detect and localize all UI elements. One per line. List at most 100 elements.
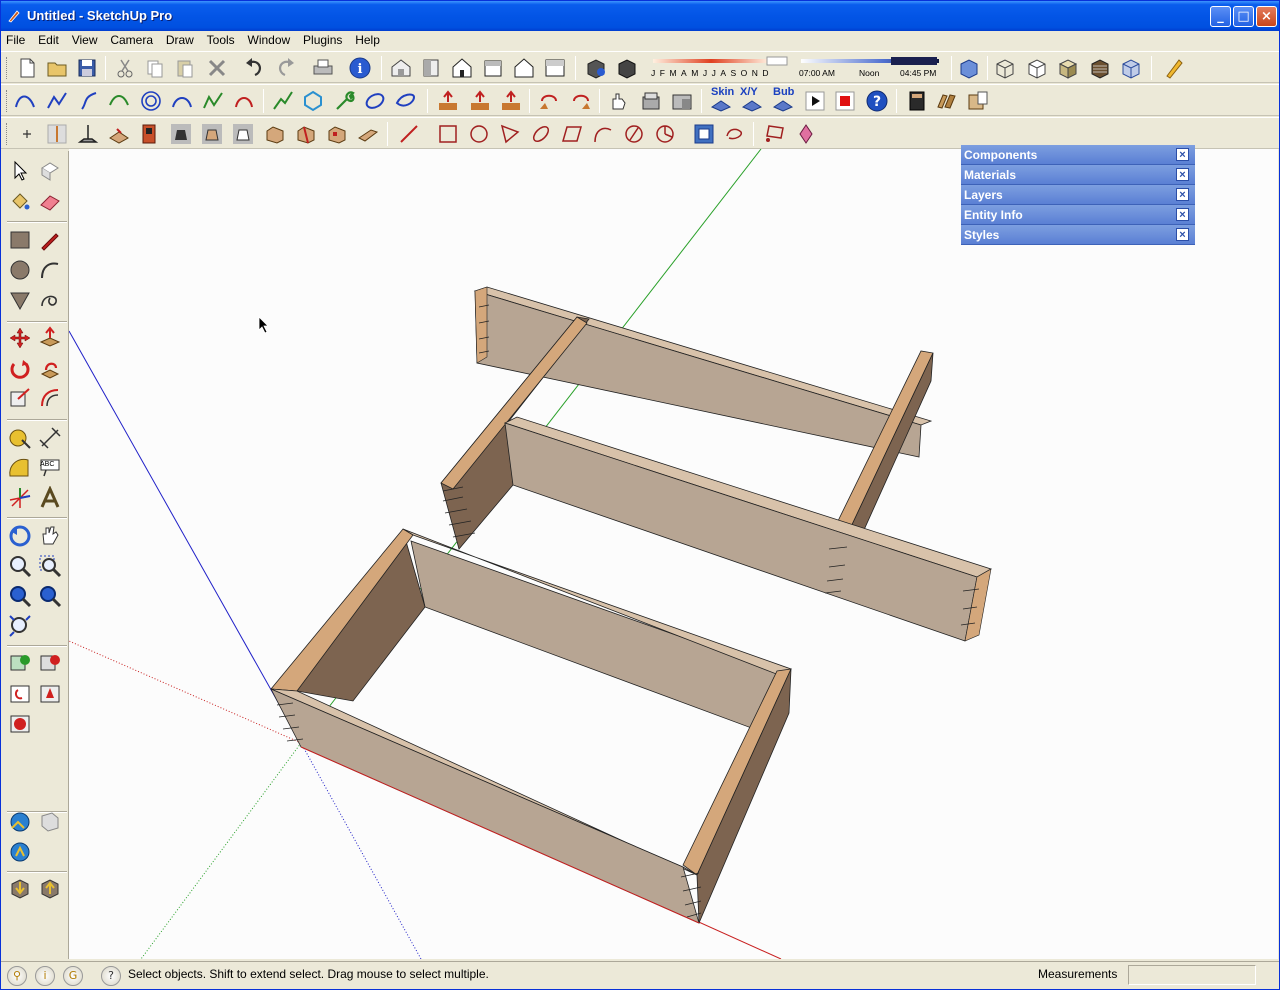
share-component-icon[interactable] bbox=[35, 873, 65, 903]
offset-square-icon[interactable] bbox=[690, 120, 718, 148]
triangle-outline-icon[interactable] bbox=[496, 120, 524, 148]
month-slider-thumb[interactable] bbox=[766, 56, 788, 66]
display-shadows-icon[interactable] bbox=[613, 54, 641, 82]
pie-outline-icon[interactable] bbox=[651, 120, 679, 148]
model-canvas[interactable] bbox=[69, 149, 1278, 959]
circle-cross-icon[interactable] bbox=[620, 120, 648, 148]
left-view-icon[interactable] bbox=[541, 54, 569, 82]
copy-icon[interactable] bbox=[141, 54, 169, 82]
toolbar-grip[interactable] bbox=[6, 57, 9, 79]
push-pull-n-icon[interactable] bbox=[497, 87, 525, 115]
hand-select-icon[interactable] bbox=[605, 87, 633, 115]
open-folder-icon[interactable] bbox=[43, 54, 71, 82]
freehand-line-icon[interactable] bbox=[269, 87, 297, 115]
paste-icon[interactable] bbox=[171, 54, 199, 82]
erase-delete-icon[interactable] bbox=[203, 54, 231, 82]
shaded-textures-icon[interactable] bbox=[1086, 54, 1114, 82]
right-view-icon[interactable] bbox=[479, 54, 507, 82]
spiral-icon[interactable] bbox=[137, 87, 165, 115]
iso-view-icon[interactable] bbox=[387, 54, 415, 82]
move-icon[interactable] bbox=[5, 323, 35, 353]
paint-bucket-plugin-icon[interactable] bbox=[792, 120, 820, 148]
follow-me-icon[interactable] bbox=[35, 353, 65, 383]
3d-text-icon[interactable] bbox=[35, 483, 65, 513]
drawer-box[interactable] bbox=[270, 528, 793, 924]
top-view-icon[interactable] bbox=[417, 54, 445, 82]
user-icon[interactable]: G bbox=[63, 966, 83, 986]
panel-components[interactable]: Components × bbox=[961, 145, 1195, 165]
cut-icon[interactable] bbox=[111, 54, 139, 82]
make-component-icon[interactable] bbox=[35, 156, 65, 186]
scribble-icon[interactable] bbox=[721, 120, 749, 148]
remove-location-icon[interactable] bbox=[35, 649, 65, 679]
stamp-icon[interactable] bbox=[105, 120, 133, 148]
circle-outline-icon[interactable] bbox=[465, 120, 493, 148]
shadow-timeline[interactable]: JFMAMJJASOND 07:00 AM Noon 04:45 PM bbox=[649, 53, 949, 83]
geo-location-icon[interactable]: ⚲ bbox=[7, 966, 27, 986]
share-model-icon[interactable] bbox=[35, 807, 65, 837]
arc-red-icon[interactable] bbox=[230, 87, 258, 115]
close-panel-icon[interactable]: × bbox=[1176, 208, 1189, 221]
close-button[interactable]: × bbox=[1256, 6, 1277, 27]
zoom-extents-icon[interactable] bbox=[5, 611, 35, 641]
text-tool-icon[interactable]: ABC bbox=[35, 453, 65, 483]
menu-tools[interactable]: Tools bbox=[202, 31, 239, 47]
polygon-blue-icon[interactable] bbox=[299, 87, 327, 115]
hidden-line-icon[interactable] bbox=[1023, 54, 1051, 82]
previous-view-icon[interactable] bbox=[5, 581, 35, 611]
boards-icon[interactable] bbox=[933, 87, 961, 115]
menu-plugins[interactable]: Plugins bbox=[298, 31, 346, 47]
monochrome-icon[interactable] bbox=[1117, 54, 1145, 82]
redo-icon[interactable] bbox=[271, 54, 299, 82]
instructor-help-icon[interactable]: ? bbox=[101, 966, 121, 986]
minimize-button[interactable]: _ bbox=[1210, 6, 1231, 27]
place-model-icon[interactable] bbox=[35, 679, 65, 709]
axes-icon[interactable] bbox=[5, 483, 35, 513]
pan-icon[interactable] bbox=[35, 521, 65, 551]
polygon-icon[interactable] bbox=[5, 285, 35, 315]
arc-outline-icon[interactable] bbox=[589, 120, 617, 148]
shaded-icon[interactable] bbox=[1054, 54, 1082, 82]
line-tool-icon[interactable] bbox=[395, 120, 423, 148]
tape-measure-icon[interactable] bbox=[5, 423, 35, 453]
close-panel-icon[interactable]: × bbox=[1176, 228, 1189, 241]
menu-edit[interactable]: Edit bbox=[33, 31, 63, 47]
pencil-line-icon[interactable] bbox=[35, 225, 65, 255]
dimension-icon[interactable] bbox=[35, 423, 65, 453]
close-panel-icon[interactable]: × bbox=[1176, 168, 1189, 181]
undo-icon[interactable] bbox=[241, 54, 269, 82]
model-info-icon[interactable]: i bbox=[346, 54, 374, 82]
chair-shaded-icon[interactable] bbox=[198, 120, 226, 148]
panel-entity-info[interactable]: Entity Info × bbox=[961, 205, 1195, 225]
curve-icon[interactable] bbox=[168, 87, 196, 115]
ellipse-outline-icon[interactable] bbox=[527, 120, 555, 148]
menu-file[interactable]: File bbox=[1, 31, 29, 47]
wireframe-icon[interactable] bbox=[991, 54, 1019, 82]
rectangle-outline-icon[interactable] bbox=[434, 120, 462, 148]
chair-outline-icon[interactable] bbox=[229, 120, 257, 148]
next-view-icon[interactable] bbox=[35, 581, 65, 611]
month-slider-track[interactable] bbox=[653, 59, 769, 63]
xray-icon[interactable] bbox=[955, 54, 983, 82]
rectangle-icon[interactable] bbox=[5, 225, 35, 255]
leaf-shape-icon[interactable] bbox=[392, 87, 420, 115]
zoom-icon[interactable] bbox=[5, 551, 35, 581]
shadow-settings-icon[interactable] bbox=[582, 54, 610, 82]
chair-icon[interactable] bbox=[167, 120, 195, 148]
add-plus-icon[interactable] bbox=[13, 120, 41, 148]
toggle-terrain-icon[interactable] bbox=[5, 679, 35, 709]
freehand-icon[interactable] bbox=[35, 285, 65, 315]
maximize-button[interactable]: □ bbox=[1233, 6, 1254, 27]
section-plane-icon[interactable] bbox=[761, 120, 789, 148]
vertical-line-icon[interactable] bbox=[43, 120, 71, 148]
tape-measure-plugin-icon[interactable] bbox=[1159, 54, 1187, 82]
download-component-icon[interactable] bbox=[5, 873, 35, 903]
menu-camera[interactable]: Camera bbox=[105, 31, 157, 47]
box-red-icon[interactable] bbox=[292, 120, 320, 148]
wrench-icon[interactable] bbox=[331, 87, 359, 115]
arc-plugin-icon[interactable] bbox=[105, 87, 133, 115]
upload-model-icon[interactable] bbox=[5, 837, 35, 867]
arc-icon[interactable] bbox=[35, 255, 65, 285]
panel-layers[interactable]: Layers × bbox=[961, 185, 1195, 205]
orbit-icon[interactable] bbox=[5, 521, 35, 551]
